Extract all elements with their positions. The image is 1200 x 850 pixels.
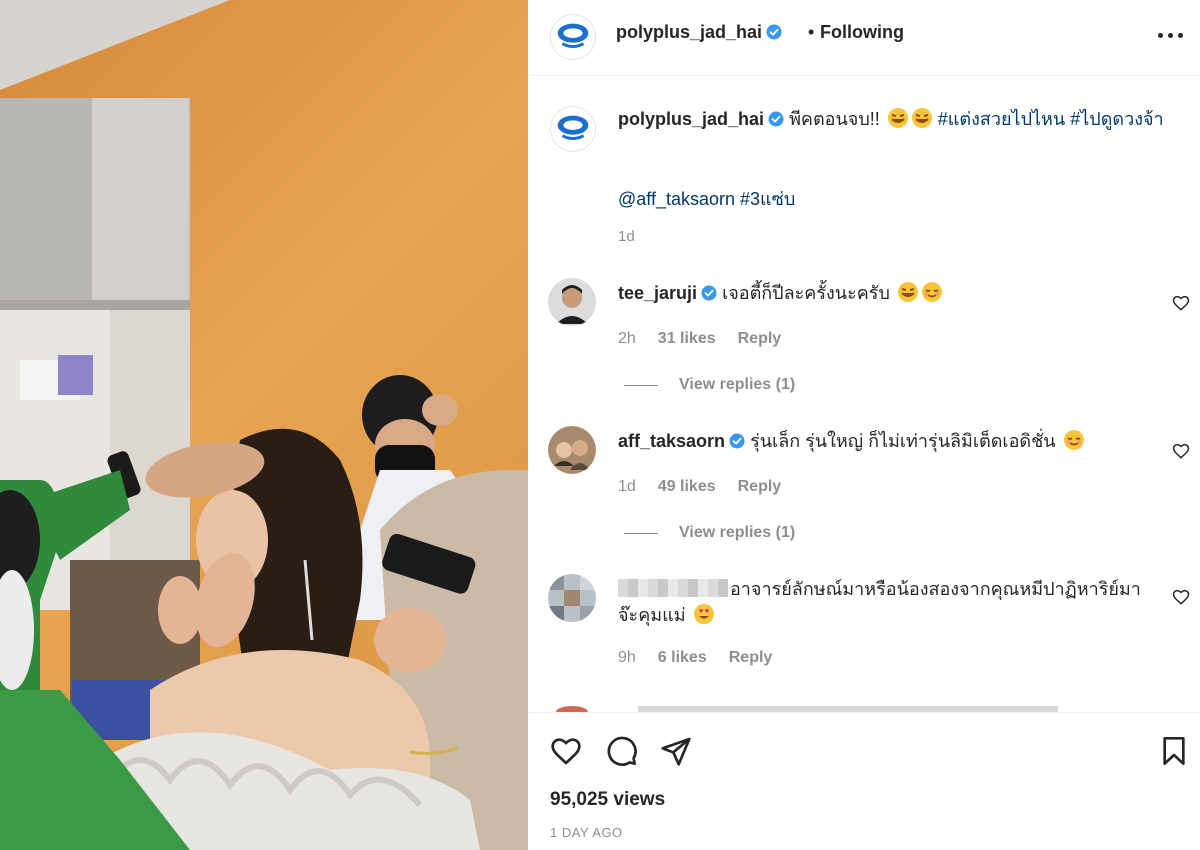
comment-time: 9h (618, 649, 636, 666)
post-detail-panel: polyplus_jad_hai • Following polyplus_ja… (528, 0, 1200, 850)
comment-body: รุ่นเล็ก รุ่นใหญ่ ก็ไม่เท่ารุ่นลิมิเต็ดเ… (750, 431, 1056, 451)
rofl-emoji-icon (897, 281, 919, 303)
verified-badge-icon (766, 24, 782, 40)
relieved-emoji-icon (921, 281, 943, 303)
like-comment-heart-icon[interactable] (1172, 442, 1190, 460)
rofl-emoji-icon (911, 107, 933, 129)
more-options-icon[interactable] (1158, 24, 1184, 44)
commenter-avatar[interactable] (548, 574, 596, 622)
bookmark-icon[interactable] (1158, 735, 1190, 767)
following-button[interactable]: Following (820, 22, 904, 43)
comment-body: เจอตี้ก็ปีละครั้งนะครับ (722, 283, 890, 303)
comment-text: อาจารย์ลักษณ์มาหรือน้องสองจากคุณหมีปาฏิห… (618, 576, 1158, 628)
view-replies-button[interactable]: View replies (1) (679, 524, 795, 542)
blurred-username (618, 579, 728, 597)
like-heart-icon[interactable] (550, 735, 582, 767)
comment-likes[interactable]: 6 likes (658, 649, 707, 666)
rofl-emoji-icon (887, 107, 909, 129)
comment-icon[interactable] (606, 735, 638, 767)
post-date: 1 DAY AGO (550, 825, 623, 840)
caption-body: พีคตอนจบ!! (789, 109, 880, 129)
comment-meta: 1d 49 likes Reply (618, 478, 803, 496)
header-separator: • (808, 22, 815, 42)
caption-username[interactable]: polyplus_jad_hai (618, 109, 764, 129)
comment-meta: 9h 6 likes Reply (618, 649, 794, 667)
verified-badge-icon (701, 285, 717, 301)
reply-button[interactable]: Reply (738, 330, 782, 347)
relieved-emoji-icon (1063, 429, 1085, 451)
comment-meta: 2h 31 likes Reply (618, 330, 803, 348)
verified-badge-icon (768, 111, 784, 127)
share-icon[interactable] (660, 735, 692, 767)
post-photo[interactable] (0, 0, 528, 850)
comment-likes[interactable]: 31 likes (658, 330, 716, 347)
commenter-username[interactable]: aff_taksaorn (618, 431, 725, 451)
reply-button[interactable]: Reply (738, 478, 782, 495)
post-photo-illustration (0, 0, 528, 850)
like-comment-heart-icon[interactable] (1172, 294, 1190, 312)
caption-timestamp: 1d (618, 228, 635, 245)
verified-badge-icon (729, 433, 745, 449)
comment-time: 1d (618, 478, 636, 495)
comment-likes[interactable]: 49 likes (658, 478, 716, 495)
heart-eyes-emoji-icon (693, 603, 715, 625)
caption-mention-line[interactable]: @aff_taksaorn #3แซ่บ (618, 184, 795, 213)
account-avatar[interactable] (550, 14, 596, 60)
post-action-bar: 95,025 views 1 DAY AGO (528, 712, 1200, 850)
reply-button[interactable]: Reply (729, 649, 773, 666)
commenter-avatar[interactable] (548, 278, 596, 326)
view-replies-divider (624, 533, 658, 534)
truncated-comment-row (548, 698, 1168, 712)
comment-text: tee_jaruji เจอตี้ก็ปีละครั้งนะครับ (618, 280, 1158, 306)
caption-avatar[interactable] (550, 106, 596, 152)
caption-hashtags[interactable]: #แต่งสวยไปไหน #ไปดูดวงจ้า (938, 109, 1164, 129)
polyplus-logo-icon (551, 15, 595, 59)
post-header: polyplus_jad_hai • Following (528, 0, 1200, 76)
view-replies-divider (624, 385, 658, 386)
view-count[interactable]: 95,025 views (550, 789, 665, 811)
like-comment-heart-icon[interactable] (1172, 588, 1190, 606)
polyplus-logo-icon (551, 107, 595, 151)
commenter-avatar[interactable] (548, 426, 596, 474)
caption-text: polyplus_jad_hai พีคตอนจบ!! #แต่งสวยไปไห… (618, 106, 1188, 132)
commenter-username[interactable]: tee_jaruji (618, 283, 697, 303)
comment-text: aff_taksaorn รุ่นเล็ก รุ่นใหญ่ ก็ไม่เท่า… (618, 428, 1158, 454)
view-replies-button[interactable]: View replies (1) (679, 376, 795, 394)
post-author-username[interactable]: polyplus_jad_hai (616, 22, 762, 42)
post-author[interactable]: polyplus_jad_hai (616, 22, 782, 43)
comment-time: 2h (618, 330, 636, 347)
